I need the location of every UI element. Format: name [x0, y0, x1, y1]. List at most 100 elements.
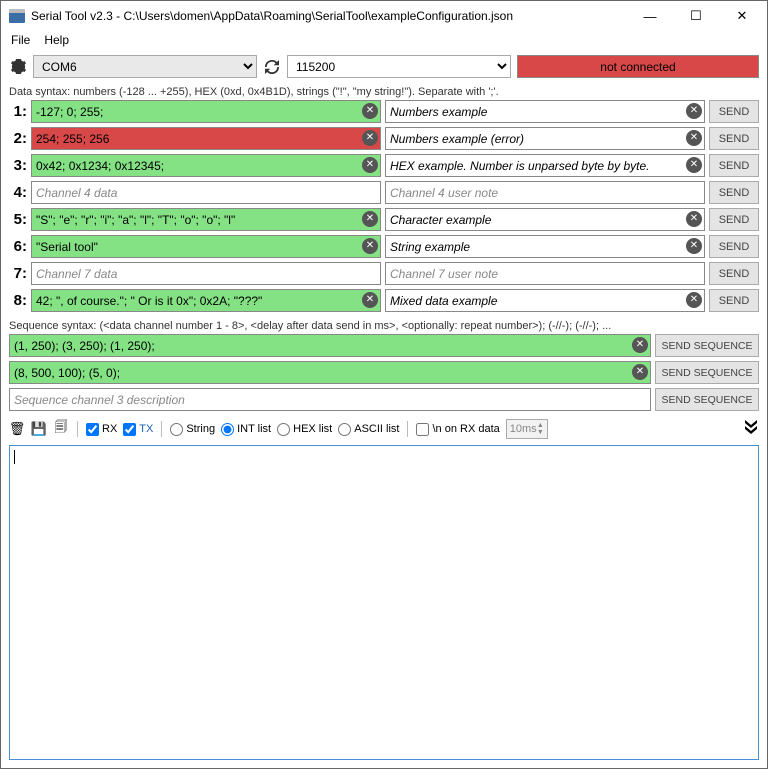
channel-data-input[interactable] [31, 208, 381, 231]
clear-icon[interactable]: ✕ [362, 103, 378, 119]
channel-note-input[interactable] [385, 235, 705, 258]
channel-row: 6:✕✕SEND [9, 235, 759, 258]
window-title: Serial Tool v2.3 - C:\Users\domen\AppDat… [31, 9, 627, 23]
send-button[interactable]: SEND [709, 289, 759, 312]
tx-checkbox[interactable]: TX [123, 423, 153, 436]
connection-toolbar: COM6 115200 not connected [1, 51, 767, 82]
channel-data-box [31, 262, 381, 285]
clear-icon[interactable]: ✕ [362, 211, 378, 227]
close-button[interactable]: ✕ [719, 2, 765, 30]
sequence-input[interactable] [9, 361, 651, 384]
channel-note-input[interactable] [385, 100, 705, 123]
minimize-button[interactable]: — [627, 2, 673, 30]
send-button[interactable]: SEND [709, 208, 759, 231]
format-hex-radio[interactable]: HEX list [277, 423, 332, 436]
channel-note-box: ✕ [385, 127, 705, 150]
channel-data-input[interactable] [31, 154, 381, 177]
sequence-input[interactable] [9, 334, 651, 357]
clear-icon[interactable]: ✕ [362, 292, 378, 308]
format-int-radio[interactable]: INT list [221, 423, 271, 436]
clear-icon[interactable]: ✕ [362, 130, 378, 146]
channel-data-input[interactable] [31, 181, 381, 204]
sequence-row: ✕ SEND SEQUENCE [9, 361, 759, 384]
clear-icon[interactable]: ✕ [686, 130, 702, 146]
channel-row: 4:SEND [9, 181, 759, 204]
clear-icon[interactable]: ✕ [686, 103, 702, 119]
trash-icon[interactable]: 🗑 [9, 421, 25, 437]
send-sequence-button[interactable]: SEND SEQUENCE [655, 334, 759, 357]
channel-data-input[interactable] [31, 235, 381, 258]
save-icon[interactable]: 💾 [31, 421, 47, 437]
clear-icon[interactable]: ✕ [362, 238, 378, 254]
export-icon[interactable]: 🗐 [53, 421, 69, 437]
channel-data-box: ✕ [31, 289, 381, 312]
channel-number: 8: [9, 292, 27, 309]
channel-note-input[interactable] [385, 208, 705, 231]
settings-icon[interactable] [9, 58, 27, 76]
channel-row: 7: SEND [9, 262, 759, 285]
send-button[interactable]: SEND [709, 127, 759, 150]
channel-note-input[interactable] [385, 127, 705, 150]
clear-icon[interactable]: ✕ [686, 211, 702, 227]
sequence-box [9, 388, 651, 411]
channel-data-input[interactable] [31, 127, 381, 150]
clear-icon[interactable]: ✕ [686, 292, 702, 308]
channel-note-input[interactable] [385, 154, 705, 177]
clear-icon[interactable]: ✕ [686, 238, 702, 254]
channel-number: 7: [9, 265, 27, 282]
clear-icon[interactable]: ✕ [686, 157, 702, 173]
channel-number: 3: [9, 157, 27, 174]
channel-note-box: ✕ [385, 289, 705, 312]
send-sequence-button[interactable]: SEND SEQUENCE [655, 388, 759, 411]
channel-data-input[interactable] [31, 262, 381, 285]
maximize-button[interactable]: ☐ [673, 2, 719, 30]
baud-select[interactable]: 115200 [287, 55, 511, 78]
channel-note-input[interactable] [385, 262, 705, 285]
channel-data-box: ✕ [31, 100, 381, 123]
channel-note-box [385, 262, 705, 285]
newline-rx-checkbox[interactable]: \n on RX data [416, 423, 499, 436]
titlebar: Serial Tool v2.3 - C:\Users\domen\AppDat… [1, 1, 767, 31]
channel-data-input[interactable] [31, 289, 381, 312]
send-button[interactable]: SEND [709, 262, 759, 285]
channel-data-input[interactable] [31, 100, 381, 123]
channel-data-box: ✕ [31, 154, 381, 177]
log-textarea[interactable] [9, 445, 759, 760]
format-ascii-radio[interactable]: ASCII list [338, 423, 399, 436]
rx-checkbox[interactable]: RX [86, 423, 117, 436]
channel-row: 2: ✕ ✕ SEND [9, 127, 759, 150]
connection-status[interactable]: not connected [517, 55, 759, 78]
channel-row: 8: ✕ ✕ SEND [9, 289, 759, 312]
clear-icon[interactable]: ✕ [632, 364, 648, 380]
channel-number: 2: [9, 130, 27, 147]
send-button[interactable]: SEND [709, 181, 759, 204]
send-button[interactable]: SEND [709, 100, 759, 123]
send-button[interactable]: SEND [709, 154, 759, 177]
menu-file[interactable]: File [11, 33, 30, 47]
send-sequence-button[interactable]: SEND SEQUENCE [655, 361, 759, 384]
menu-help[interactable]: Help [44, 33, 69, 47]
channel-note-box: ✕ [385, 100, 705, 123]
channel-note-box: ✕ [385, 208, 705, 231]
sequence-row: ✕ SEND SEQUENCE [9, 334, 759, 357]
expand-icon[interactable] [743, 420, 759, 438]
send-button[interactable]: SEND [709, 235, 759, 258]
clear-icon[interactable]: ✕ [632, 337, 648, 353]
log-toolbar: 🗑 💾 🗐 RX TX String INT list HEX list ASC… [1, 415, 767, 443]
format-string-radio[interactable]: String [170, 423, 215, 436]
interval-spinner[interactable]: 10ms▲▼ [506, 419, 548, 439]
sequence-box: ✕ [9, 361, 651, 384]
channel-note-input[interactable] [385, 289, 705, 312]
channel-data-box: ✕ [31, 208, 381, 231]
sequence-input[interactable] [9, 388, 651, 411]
clear-icon[interactable]: ✕ [362, 157, 378, 173]
sequence-syntax-hint: Sequence syntax: (<data channel number 1… [1, 316, 767, 334]
app-icon [9, 9, 25, 23]
channel-data-box: ✕ [31, 235, 381, 258]
menubar: File Help [1, 31, 767, 51]
data-syntax-hint: Data syntax: numbers (-128 ... +255), HE… [1, 82, 767, 100]
port-select[interactable]: COM6 [33, 55, 257, 78]
channel-data-box: ✕ [31, 127, 381, 150]
channel-note-input[interactable] [385, 181, 705, 204]
refresh-icon[interactable] [263, 58, 281, 76]
